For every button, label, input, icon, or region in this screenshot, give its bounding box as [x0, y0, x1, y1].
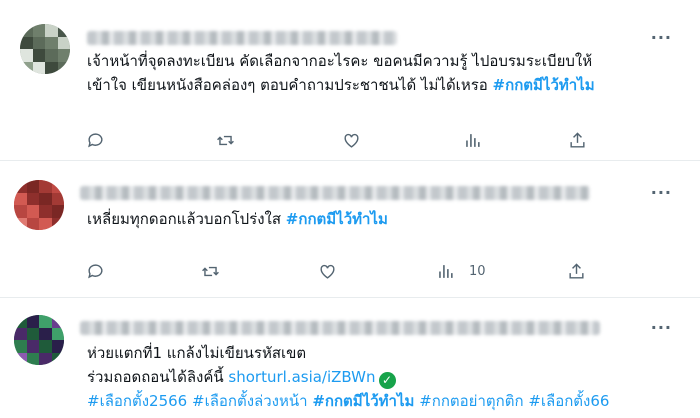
hashtag-row: #เลือกตั้ง2566 #เลือกตั้งล่วงหน้า #กกตมี… — [87, 389, 609, 413]
views-button[interactable] — [463, 128, 482, 152]
views-button[interactable]: 10 — [436, 259, 486, 283]
reply-button[interactable] — [86, 259, 105, 283]
blurred-username — [80, 186, 590, 200]
avatar[interactable] — [14, 315, 64, 365]
share-icon — [569, 262, 584, 279]
tweet-2[interactable]: ··· เหลี่ยมทุกดอกแล้วบอกโปร่งใส #กกตมีไว… — [0, 160, 700, 298]
hashtag-link[interactable]: #เลือกตั้ง66 — [528, 392, 609, 410]
views-icon — [466, 133, 480, 147]
reply-icon — [88, 132, 103, 147]
more-icon[interactable]: ··· — [651, 30, 672, 46]
retweet-button[interactable] — [216, 128, 235, 152]
hashtag-link[interactable]: #กกตมีไว้ทำไม — [312, 392, 414, 410]
blurred-username — [80, 321, 600, 335]
blurred-username — [87, 31, 397, 45]
more-icon[interactable]: ··· — [651, 320, 672, 336]
tweet-1[interactable]: ··· เจ้าหน้าที่จุดลงทะเบียน คัดเลือกจากอ… — [0, 0, 700, 161]
avatar[interactable] — [20, 24, 70, 74]
short-url-link[interactable]: shorturl.asia/iZBWn — [228, 368, 375, 386]
like-button[interactable] — [342, 128, 361, 152]
verified-check-icon: ✓ — [378, 372, 396, 389]
views-icon — [439, 264, 453, 278]
share-button[interactable] — [568, 128, 587, 152]
views-count: 10 — [469, 263, 486, 279]
hashtag-link[interactable]: #เลือกตั้ง2566 — [87, 392, 187, 410]
avatar[interactable] — [14, 180, 64, 230]
hashtag-link[interactable]: #เลือกตั้งล่วงหน้า — [192, 392, 308, 410]
hashtag-link[interactable]: #กกตอย่าตุกติก — [419, 392, 523, 410]
retweet-icon — [217, 135, 234, 145]
hashtag-link[interactable]: #กกตมีไว้ทำไม — [286, 210, 388, 228]
hashtag-link[interactable]: #กกตมีไว้ทำไม — [493, 76, 595, 94]
tweet-actions — [0, 128, 700, 152]
reply-icon — [88, 263, 103, 278]
retweet-button[interactable] — [201, 259, 220, 283]
tweet-actions: 10 — [0, 259, 700, 283]
like-icon — [320, 264, 335, 279]
more-icon[interactable]: ··· — [651, 185, 672, 201]
like-button[interactable] — [318, 259, 337, 283]
like-icon — [344, 133, 359, 148]
retweet-icon — [202, 266, 219, 276]
share-button[interactable] — [567, 259, 586, 283]
share-icon — [570, 131, 585, 148]
tweet-3[interactable]: ··· ห่วยแตกที่1 แกล้งไม่เขียนรหัสเขต ร่ว… — [0, 297, 700, 418]
tweet-text: ห่วยแตกที่1 แกล้งไม่เขียนรหัสเขต ร่วมถอด… — [87, 341, 609, 413]
reply-button[interactable] — [86, 128, 105, 152]
tweet-text: เหลี่ยมทุกดอกแล้วบอกโปร่งใส #กกตมีไว้ทำไ… — [87, 210, 388, 228]
tweet-text: เจ้าหน้าที่จุดลงทะเบียน คัดเลือกจากอะไรค… — [87, 52, 595, 94]
